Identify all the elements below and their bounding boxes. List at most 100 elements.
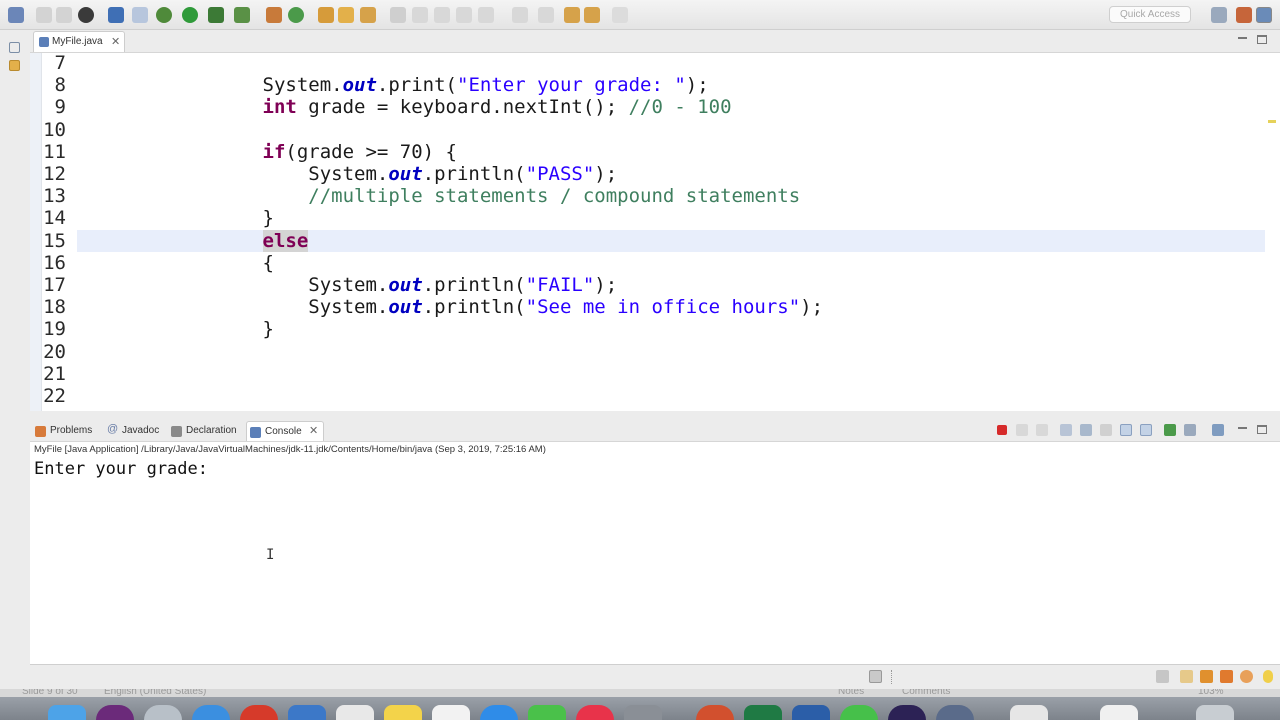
debug-icon[interactable] (156, 7, 172, 23)
system-preferences-icon[interactable] (624, 705, 662, 720)
chrome-icon[interactable] (240, 705, 278, 720)
minimize-editor-icon[interactable] (1238, 37, 1247, 39)
forward-icon[interactable] (612, 7, 628, 23)
code-text[interactable]: else (171, 229, 309, 252)
code-line[interactable]: 16 { (30, 252, 1265, 274)
code-line[interactable]: 12 System.out.println("PASS"); (30, 163, 1265, 185)
last-edit-location-icon[interactable] (564, 7, 580, 23)
finder-icon[interactable] (48, 705, 86, 720)
new-java-package-icon[interactable] (266, 7, 282, 23)
code-line[interactable]: 7 (30, 53, 1265, 74)
block-selection-icon[interactable] (478, 7, 494, 23)
scroll-lock-icon[interactable] (1080, 424, 1092, 436)
next-annotation-icon[interactable] (412, 7, 428, 23)
preview-icon[interactable] (1010, 705, 1048, 720)
open-type-icon[interactable] (318, 7, 334, 23)
clear-console-icon[interactable] (1060, 424, 1072, 436)
gear-icon[interactable] (1240, 670, 1253, 683)
annotation-icon[interactable] (390, 7, 406, 23)
remove-all-terminated-icon[interactable] (1036, 424, 1048, 436)
eclipse-icon[interactable] (888, 705, 926, 720)
code-line[interactable]: 22 (30, 385, 1265, 407)
remove-launch-icon[interactable] (1016, 424, 1028, 436)
tab-myfile-java[interactable]: MyFile.java ✕ (33, 31, 125, 52)
code-line[interactable]: 10 (30, 119, 1265, 141)
java-ee-perspective-icon[interactable] (1236, 7, 1252, 23)
open-perspective-icon[interactable] (1211, 7, 1227, 23)
code-line[interactable]: 17 System.out.println("FAIL"); (30, 274, 1265, 296)
code-line[interactable]: 20 (30, 341, 1265, 363)
quicktime-icon[interactable] (936, 705, 974, 720)
code-text[interactable]: int grade = keyboard.nextInt(); //0 - 10… (171, 96, 732, 118)
code-text[interactable]: System.out.println("PASS"); (171, 163, 617, 185)
open-task-status-icon[interactable] (1200, 670, 1213, 683)
code-line[interactable]: 19 } (30, 318, 1265, 340)
tab-console[interactable]: Console ✕ (246, 421, 324, 441)
java-perspective-icon[interactable] (1256, 7, 1272, 23)
minimize-console-icon[interactable] (1238, 427, 1247, 429)
run-icon[interactable] (182, 7, 198, 23)
powerpoint-icon[interactable] (696, 705, 734, 720)
safari-icon[interactable] (192, 705, 230, 720)
external-tools-icon[interactable] (234, 7, 250, 23)
close-console-tab-icon[interactable]: ✕ (309, 426, 318, 437)
quick-access-input[interactable]: Quick Access (1109, 6, 1191, 23)
coverage-icon[interactable] (208, 7, 224, 23)
excel-icon[interactable] (744, 705, 782, 720)
tab-javadoc[interactable]: @ Javadoc (104, 421, 164, 441)
bookmark-icon[interactable] (1180, 670, 1193, 683)
code-line[interactable]: 9 int grade = keyboard.nextInt(); //0 - … (30, 96, 1265, 118)
tab-declaration[interactable]: Declaration (168, 421, 244, 441)
lightbulb-icon[interactable] (1263, 670, 1273, 683)
next-edit-icon[interactable] (512, 7, 528, 23)
messages-icon[interactable] (528, 705, 566, 720)
reminders-icon[interactable] (432, 705, 470, 720)
code-text[interactable]: System.out.print("Enter your grade: "); (171, 74, 709, 96)
code-line[interactable]: 21 (30, 363, 1265, 385)
terminal-icon[interactable] (108, 7, 124, 23)
save-all-icon[interactable] (56, 7, 72, 23)
prev-edit-icon[interactable] (538, 7, 554, 23)
code-line[interactable]: 14 } (30, 207, 1265, 229)
notes-icon[interactable] (384, 705, 422, 720)
close-tab-icon[interactable]: ✕ (111, 37, 120, 48)
facetime-icon[interactable] (840, 705, 878, 720)
show-on-stderr-icon[interactable] (1140, 424, 1152, 436)
code-line[interactable]: 8 System.out.print("Enter your grade: ")… (30, 74, 1265, 96)
overview-ruler-mark[interactable] (1268, 120, 1276, 123)
tab-problems[interactable]: Problems (32, 421, 100, 441)
show-on-stdout-icon[interactable] (1120, 424, 1132, 436)
new-java-class-icon[interactable] (288, 7, 304, 23)
console-output[interactable]: Enter your grade: (34, 459, 208, 479)
save-icon[interactable] (36, 7, 52, 23)
search-icon[interactable] (360, 7, 376, 23)
pencil-icon[interactable] (1220, 670, 1233, 683)
code-text[interactable]: System.out.println("FAIL"); (171, 274, 617, 296)
code-text[interactable]: } (171, 318, 274, 340)
code-line[interactable]: 15 else (43, 229, 1265, 252)
mail-icon[interactable] (288, 705, 326, 720)
trash-icon[interactable] (1196, 705, 1234, 720)
launchpad-icon[interactable] (144, 705, 182, 720)
word-icon[interactable] (792, 705, 830, 720)
task-list-icon[interactable] (1156, 670, 1169, 683)
toggle-mark-occurrences-icon[interactable] (456, 7, 472, 23)
code-line[interactable]: 11 if(grade >= 70) { (30, 141, 1265, 163)
console-view[interactable]: MyFile [Java Application] /Library/Java/… (30, 441, 1280, 665)
code-editor[interactable]: 78 System.out.print("Enter your grade: "… (30, 52, 1280, 411)
open-task-icon[interactable] (338, 7, 354, 23)
open-console-icon[interactable] (78, 7, 94, 23)
code-text[interactable]: { (171, 252, 274, 274)
terminate-icon[interactable] (997, 425, 1007, 435)
new-wizard-icon[interactable] (8, 7, 24, 23)
prev-annotation-icon[interactable] (434, 7, 450, 23)
maximize-console-icon[interactable] (1257, 425, 1267, 434)
back-icon[interactable] (584, 7, 600, 23)
open-console-menu-icon[interactable] (1212, 424, 1224, 436)
skip-breakpoints-icon[interactable] (132, 7, 148, 23)
display-selected-console-icon[interactable] (1184, 424, 1196, 436)
music-icon[interactable] (576, 705, 614, 720)
code-text[interactable]: } (171, 207, 274, 229)
app-store-icon[interactable] (480, 705, 518, 720)
code-text[interactable]: System.out.println("See me in office hou… (171, 296, 823, 318)
